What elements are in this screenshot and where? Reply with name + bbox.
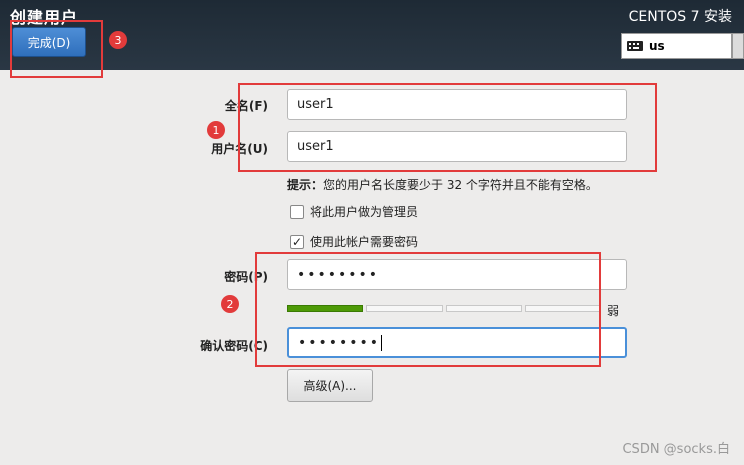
annotation-box-2 [255, 252, 601, 367]
annotation-badge-2: 2 [221, 295, 239, 313]
annotation-box-3 [10, 20, 103, 78]
keyboard-icon [627, 41, 643, 51]
annotation-box-1 [238, 83, 657, 172]
require-password-checkbox[interactable]: ✓ [290, 234, 304, 249]
annotation-badge-1: 1 [207, 121, 225, 139]
admin-checkbox-row[interactable]: 将此用户做为管理员 [290, 203, 418, 220]
advanced-button[interactable]: 高级(A)... [287, 369, 373, 402]
password-strength-label: 弱 [607, 304, 620, 318]
keyboard-layout-indicator[interactable]: us [621, 33, 732, 59]
admin-checkbox[interactable] [290, 204, 304, 219]
admin-checkbox-label: 将此用户做为管理员 [310, 205, 419, 219]
hint-text: 您的用户名长度要少于 32 个字符并且不能有空格。 [323, 178, 598, 192]
username-hint: 提示：您的用户名长度要少于 32 个字符并且不能有空格。 [287, 176, 598, 193]
confirm-password-label: 确认密码(C) [200, 339, 268, 353]
password-label: 密码(P) [224, 270, 268, 284]
require-password-checkbox-row[interactable]: ✓ 使用此帐户需要密码 [290, 233, 418, 250]
keyboard-dropdown-edge[interactable] [732, 33, 744, 59]
watermark: CSDN @socks.白 [622, 442, 730, 457]
installer-title: CENTOS 7 安装 [628, 9, 732, 25]
keyboard-layout-label: us [649, 39, 665, 53]
hint-prefix: 提示： [287, 178, 324, 192]
annotation-badge-3: 3 [109, 31, 127, 49]
require-password-label: 使用此帐户需要密码 [310, 235, 419, 249]
